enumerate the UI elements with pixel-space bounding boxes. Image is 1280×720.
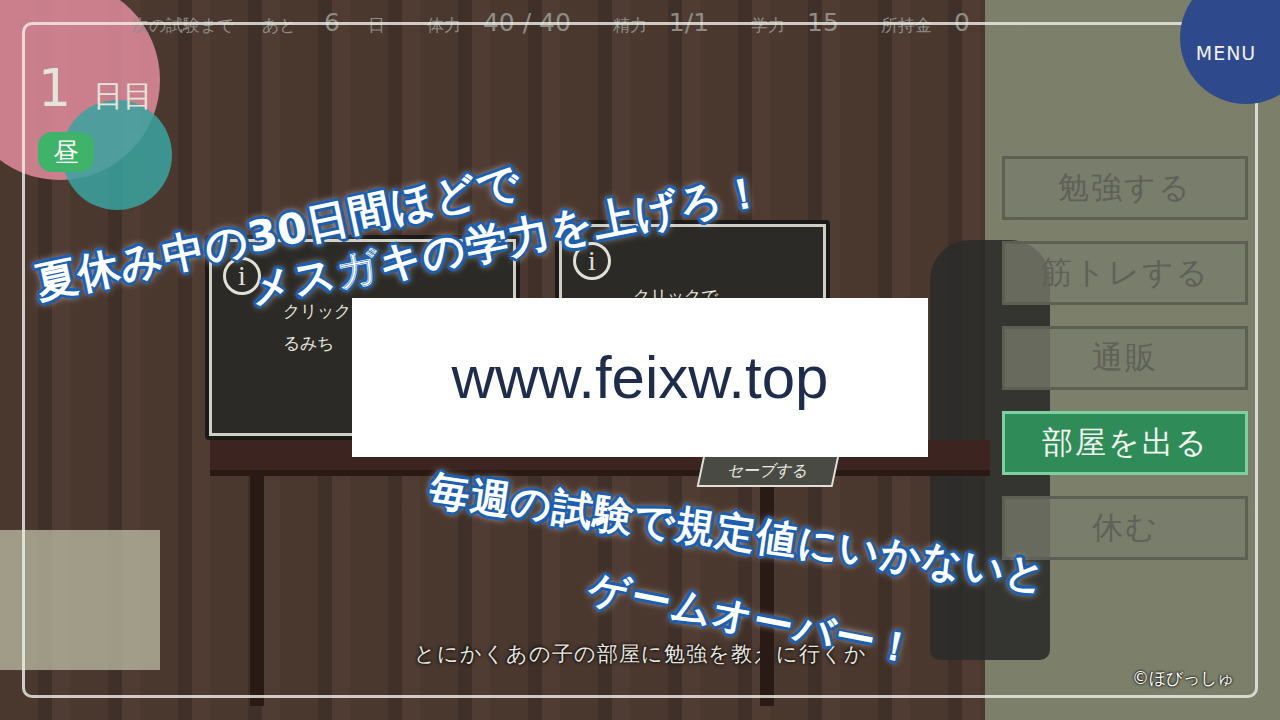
stat-label: 所持金 — [881, 14, 932, 37]
stat-value: 15 — [807, 8, 839, 37]
time-badge: 昼 — [38, 132, 94, 172]
stat-value: 40 / 40 — [483, 8, 571, 37]
shelf — [0, 530, 160, 670]
message-bar: とにかくあの子の部屋に勉強を教えに行くか — [0, 640, 1280, 720]
desk-leg — [250, 476, 264, 706]
day-indicator: 1 日目昼 — [38, 58, 153, 172]
exam-prefix: あと — [262, 14, 296, 37]
action-button[interactable]: 勉強する — [1002, 156, 1248, 220]
status-bar: 次の試験まで あと 6 日 体力 40 / 40 精力 1/1 学力 15 所持金 0 — [0, 0, 1280, 40]
exam-suffix: 日 — [368, 14, 385, 37]
game-screen: 1 日目昼 MENU 次の試験まで あと 6 日 体力 40 / 40 精力 1/1 学力 15 所持金 0… — [0, 0, 1280, 720]
stat-value: 1/1 — [669, 8, 709, 37]
credit: ©ほびっしゅ — [1132, 667, 1234, 690]
action-button[interactable]: 部屋を出る — [1002, 411, 1248, 475]
day-suffix: 日目 — [93, 76, 153, 117]
action-button[interactable]: 筋トレする — [1002, 241, 1248, 305]
watermark: www.feixw.top — [352, 298, 928, 457]
action-button[interactable]: 通販 — [1002, 326, 1248, 390]
stat: 所持金 0 — [881, 8, 970, 37]
save-button[interactable]: セーブする — [697, 455, 840, 487]
day-number: 1 — [38, 58, 71, 118]
exam-days: 6 — [324, 8, 340, 37]
stat-label: 体力 — [427, 14, 461, 37]
menu-button[interactable]: MENU — [1180, 0, 1280, 104]
exam-countdown: 次の試験まで あと 6 日 — [132, 8, 385, 37]
stat-label: 精力 — [613, 14, 647, 37]
stat: 精力 1/1 — [613, 8, 709, 37]
stat-label: 学力 — [751, 14, 785, 37]
day-label: 1 日目 — [38, 58, 153, 118]
stat-value: 0 — [954, 8, 970, 37]
stat: 学力 15 — [751, 8, 839, 37]
exam-label: 次の試験まで — [132, 14, 234, 37]
stat: 体力 40 / 40 — [427, 8, 571, 37]
